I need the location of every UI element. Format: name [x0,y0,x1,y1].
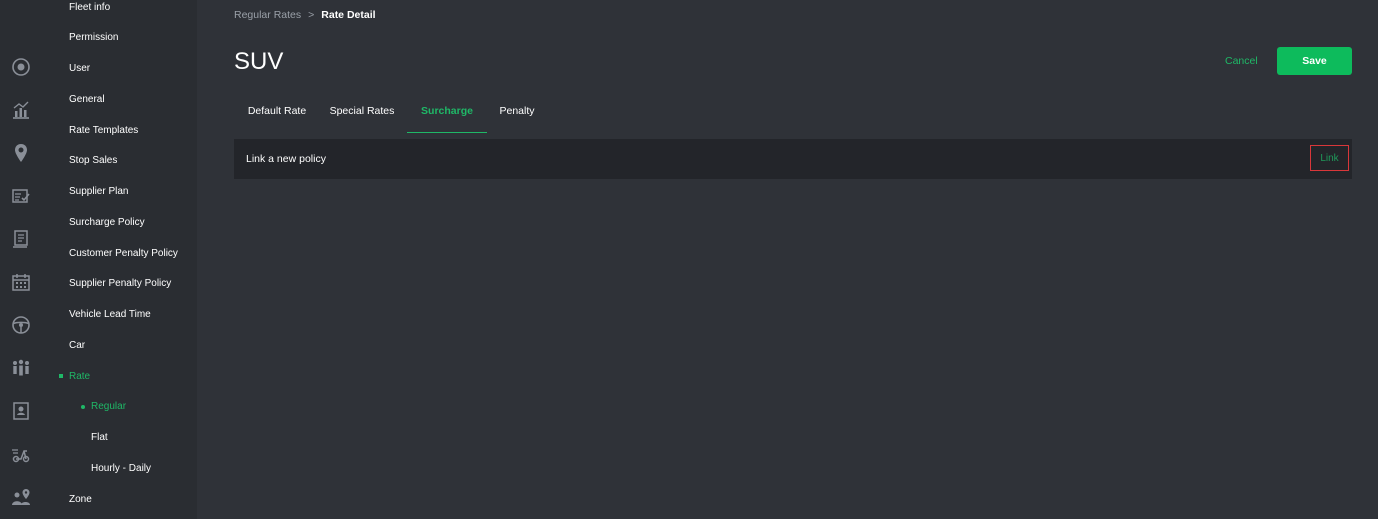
sidebar-item-vehicle-lead-time[interactable]: Vehicle Lead Time [69,309,151,321]
contact-card-icon[interactable] [11,401,31,421]
page-title: SUV [234,48,284,75]
link-policy-button[interactable]: Link [1310,145,1349,171]
sidebar-item-customer-penalty-policy[interactable]: Customer Penalty Policy [69,248,178,260]
save-button[interactable]: Save [1277,47,1352,75]
breadcrumb: Regular Rates > Rate Detail [234,9,376,21]
chart-icon[interactable] [11,100,31,120]
scooter-icon[interactable] [11,444,31,464]
sidebar-item-supplier-plan[interactable]: Supplier Plan [69,186,128,198]
link-policy-label: Link a new policy [246,153,326,165]
team-icon[interactable] [11,358,31,378]
tab-surcharge[interactable]: Surcharge [407,94,487,133]
tab-special-rates[interactable]: Special Rates [320,94,404,132]
document-icon[interactable] [11,229,31,249]
checklist-icon[interactable] [11,186,31,206]
steering-wheel-icon[interactable] [11,315,31,335]
target-icon[interactable] [11,57,31,77]
active-subitem-dot [81,405,85,409]
sidebar-item-user[interactable]: User [69,63,90,75]
sidebar-subitem-regular[interactable]: Regular [91,401,126,413]
main-content: Regular Rates > Rate Detail SUV Cancel Sav… [197,0,1378,519]
breadcrumb-separator: > [308,9,315,21]
icon-rail [0,0,42,519]
sidebar-item-rate[interactable]: Rate [69,371,90,383]
sidebar-item-car[interactable]: Car [69,340,85,352]
link-policy-row: Link a new policy Link [234,139,1352,179]
cancel-button[interactable]: Cancel [1225,54,1258,68]
sidebar-item-permission[interactable]: Permission [69,32,118,44]
breadcrumb-current: Rate Detail [321,9,376,21]
breadcrumb-parent-link[interactable]: Regular Rates [234,9,301,21]
calendar-icon[interactable] [11,272,31,292]
sidebar-subitem-flat[interactable]: Flat [91,432,108,444]
location-pin-icon[interactable] [11,143,31,163]
sidebar-item-surcharge-policy[interactable]: Surcharge Policy [69,217,145,229]
sidebar-item-zone[interactable]: Zone [69,494,92,506]
sidebar-item-fleet-info[interactable]: Fleet info [69,2,110,14]
active-indicator-dot [59,374,63,378]
tab-penalty[interactable]: Penalty [487,94,547,132]
group-pin-icon[interactable] [11,487,31,507]
sidebar-menu: Fleet info Permission User General Rate … [42,0,197,519]
app: Fleet info Permission User General Rate … [0,0,1378,519]
tab-default-rate[interactable]: Default Rate [234,94,320,132]
sidebar-item-general[interactable]: General [69,94,105,106]
rate-tabs: Default Rate Special Rates Surcharge Pen… [234,94,1352,133]
sidebar-item-supplier-penalty-policy[interactable]: Supplier Penalty Policy [69,278,171,290]
sidebar-item-stop-sales[interactable]: Stop Sales [69,155,117,167]
sidebar-item-rate-templates[interactable]: Rate Templates [69,125,138,137]
sidebar-subitem-hourly-daily[interactable]: Hourly - Daily [91,463,151,475]
